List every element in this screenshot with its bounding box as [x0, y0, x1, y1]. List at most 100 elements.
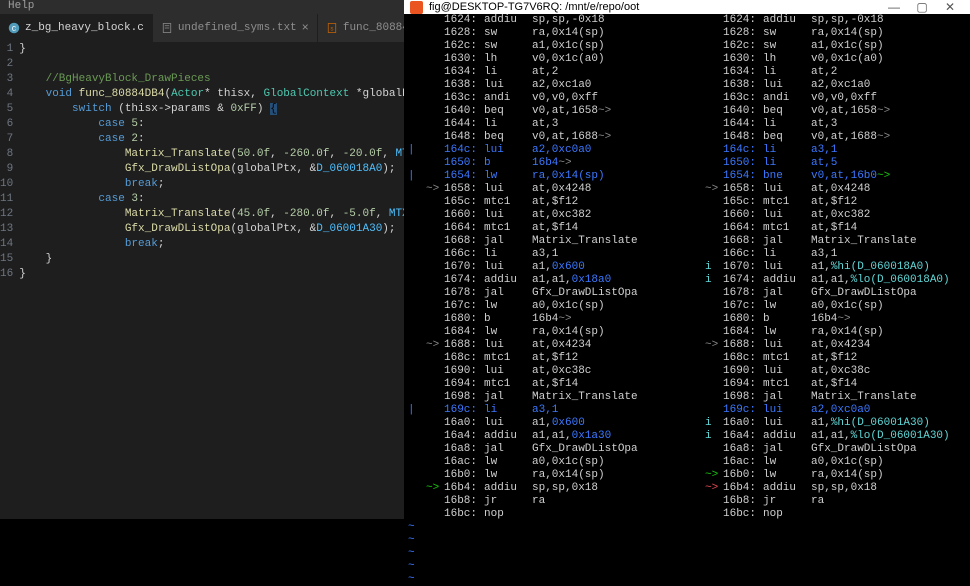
maximize-button[interactable]: ▢ — [908, 0, 936, 14]
asm-line: 1628:swra,0x14(sp) — [687, 27, 966, 40]
asm-line: 1644:liat,3 — [687, 118, 966, 131]
asm-line: 1694:mtc1at,$f14 — [687, 378, 966, 391]
asm-line: 1650:b16b4 ~> — [408, 157, 687, 170]
asm-line: i16a4:addiua1,a1,%lo(D_06001A30) — [687, 430, 966, 443]
asm-line: 1648:beqv0,at,1688 ~> — [408, 131, 687, 144]
asm-line: 1684:lwra,0x14(sp) — [687, 326, 966, 339]
tab-txt-file[interactable]: undefined_syms.txt × — [153, 14, 318, 42]
asm-line: ~>1688:luiat,0x4234 — [408, 339, 687, 352]
asm-line: 1660:luiat,0xc382 — [687, 209, 966, 222]
tab-bar: C z_bg_heavy_block.c undefined_syms.txt … — [0, 14, 404, 42]
asm-line: 1630:lhv0,0x1c(a0) — [408, 53, 687, 66]
diff-right-column: 1624:addiusp,sp,-0x181628:swra,0x14(sp)1… — [687, 14, 966, 521]
line-gutter: 12345678 910111213141516 — [0, 42, 19, 519]
fn-matrix-translate: Matrix_Translate — [125, 208, 231, 220]
asm-line: 1690:luiat,0xc38c — [408, 365, 687, 378]
asm-line: 16b8:jrra — [408, 495, 687, 508]
asm-line: 16a8:jalGfx_DrawDListOpa — [408, 443, 687, 456]
asm-line: 1684:lwra,0x14(sp) — [408, 326, 687, 339]
tab-c-file[interactable]: C z_bg_heavy_block.c — [0, 14, 153, 42]
asm-line: ~>1658:luiat,0x4248 — [408, 183, 687, 196]
asm-line: 1644:liat,3 — [408, 118, 687, 131]
asm-line: 163c:andiv0,v0,0xff — [408, 92, 687, 105]
kw-break: break — [125, 178, 158, 190]
asm-line: 1638:luia2,0xc1a0 — [687, 79, 966, 92]
asm-line: 162c:swa1,0x1c(sp) — [408, 40, 687, 53]
asm-line: 1668:jalMatrix_Translate — [687, 235, 966, 248]
asm-line: 1624:addiusp,sp,-0x18 — [687, 14, 966, 27]
asm-line: |169c:lia3,1 — [408, 404, 687, 417]
asm-line: ~>1658:luiat,0x4248 — [687, 183, 966, 196]
close-icon[interactable]: × — [302, 21, 309, 35]
fn-gfx-draw: Gfx_DrawDListOpa — [125, 163, 231, 175]
svg-text:C: C — [12, 26, 17, 34]
asm-line: 1638:luia2,0xc1a0 — [408, 79, 687, 92]
asm-line: 16bc:nop — [408, 508, 687, 521]
asm-line: 1678:jalGfx_DrawDListOpa — [408, 287, 687, 300]
asm-line: 167c:lwa0,0x1c(sp) — [408, 300, 687, 313]
brace: } — [19, 268, 26, 280]
asm-line: 1654:bnev0,at,16b0 ~> — [687, 170, 966, 183]
kw-void: void — [46, 88, 72, 100]
asm-line: 1674:addiua1,a1,0x18a0 — [408, 274, 687, 287]
asm-line: 1698:jalMatrix_Translate — [687, 391, 966, 404]
asm-line: 168c:mtc1at,$f12 — [408, 352, 687, 365]
code-editor-pane: Help C z_bg_heavy_block.c undefined_syms… — [0, 0, 404, 519]
c-file-icon: C — [8, 22, 20, 34]
asm-line: 169c:luia2,0xc0a0 — [687, 404, 966, 417]
asm-line: 162c:swa1,0x1c(sp) — [687, 40, 966, 53]
diff-left-column: 1624:addiusp,sp,-0x181628:swra,0x14(sp)1… — [408, 14, 687, 521]
asm-line: 1698:jalMatrix_Translate — [408, 391, 687, 404]
asm-line: i1674:addiua1,a1,%lo(D_060018A0) — [687, 274, 966, 287]
ubuntu-icon — [410, 1, 423, 14]
kw-case: case — [98, 193, 124, 205]
asm-line: 163c:andiv0,v0,0xff — [687, 92, 966, 105]
svg-text:S: S — [330, 26, 333, 32]
asm-line: 1668:jalMatrix_Translate — [408, 235, 687, 248]
asm-line: 16ac:lwa0,0x1c(sp) — [687, 456, 966, 469]
asm-line: 168c:mtc1at,$f12 — [687, 352, 966, 365]
menu-help[interactable]: Help — [0, 0, 404, 14]
asm-line: 16b8:jrra — [687, 495, 966, 508]
asm-line: 1680:b16b4 ~> — [687, 313, 966, 326]
fn-gfx-draw: Gfx_DrawDListOpa — [125, 223, 231, 235]
asm-line: 1660:luiat,0xc382 — [408, 209, 687, 222]
code-area[interactable]: 12345678 910111213141516 } //BgHeavyBloc… — [0, 42, 404, 519]
type-gctx: GlobalContext — [264, 88, 350, 100]
asm-line: |164c:luia2,0xc0a0 — [408, 144, 687, 157]
asm-line: 16bc:nop — [687, 508, 966, 521]
kw-case: case — [98, 133, 124, 145]
tab-label: z_bg_heavy_block.c — [25, 22, 144, 34]
asm-line: 16a8:jalGfx_DrawDListOpa — [687, 443, 966, 456]
asm-line: 166c:lia3,1 — [408, 248, 687, 261]
asm-line: 1664:mtc1at,$f14 — [687, 222, 966, 235]
asm-line: 1630:lhv0,0x1c(a0) — [687, 53, 966, 66]
kw-case: case — [98, 118, 124, 130]
close-button[interactable]: ✕ — [936, 0, 964, 14]
kw-break: break — [125, 238, 158, 250]
asm-line: 166c:lia3,1 — [687, 248, 966, 261]
asm-line: 1640:beqv0,at,1658 ~> — [687, 105, 966, 118]
asm-line: 16a0:luia1,0x600 — [408, 417, 687, 430]
asm-line: 1648:beqv0,at,1688 ~> — [687, 131, 966, 144]
asm-line: 1678:jalGfx_DrawDListOpa — [687, 287, 966, 300]
asm-line: 16ac:lwa0,0x1c(sp) — [408, 456, 687, 469]
brace: } — [19, 43, 26, 55]
terminal-pane: fig@DESKTOP-TG7V6RQ: /mnt/e/repo/oot — ▢… — [404, 0, 970, 519]
asm-line: ~>16b4:addiusp,sp,0x18 — [408, 482, 687, 495]
fn-matrix-translate: Matrix_Translate — [125, 148, 231, 160]
minimize-button[interactable]: — — [880, 0, 908, 14]
vim-tilde-lines: ~~ ~~ ~ — [404, 521, 970, 586]
asm-line: 1650:liat,5 — [687, 157, 966, 170]
asm-line: ~>16b4:addiusp,sp,0x18 — [687, 482, 966, 495]
asm-line: 1628:swra,0x14(sp) — [408, 27, 687, 40]
asm-line: 1624:addiusp,sp,-0x18 — [408, 14, 687, 27]
diff-view[interactable]: 1624:addiusp,sp,-0x181628:swra,0x14(sp)1… — [404, 14, 970, 521]
asm-line: 165c:mtc1at,$f12 — [687, 196, 966, 209]
window-title-bar: fig@DESKTOP-TG7V6RQ: /mnt/e/repo/oot — ▢… — [404, 0, 970, 14]
asm-line: 1634:liat,2 — [408, 66, 687, 79]
asm-line: |1654:lwra,0x14(sp) — [408, 170, 687, 183]
text-file-icon — [161, 22, 173, 34]
asm-line: 16b0:lwra,0x14(sp) — [408, 469, 687, 482]
asm-line: 167c:lwa0,0x1c(sp) — [687, 300, 966, 313]
